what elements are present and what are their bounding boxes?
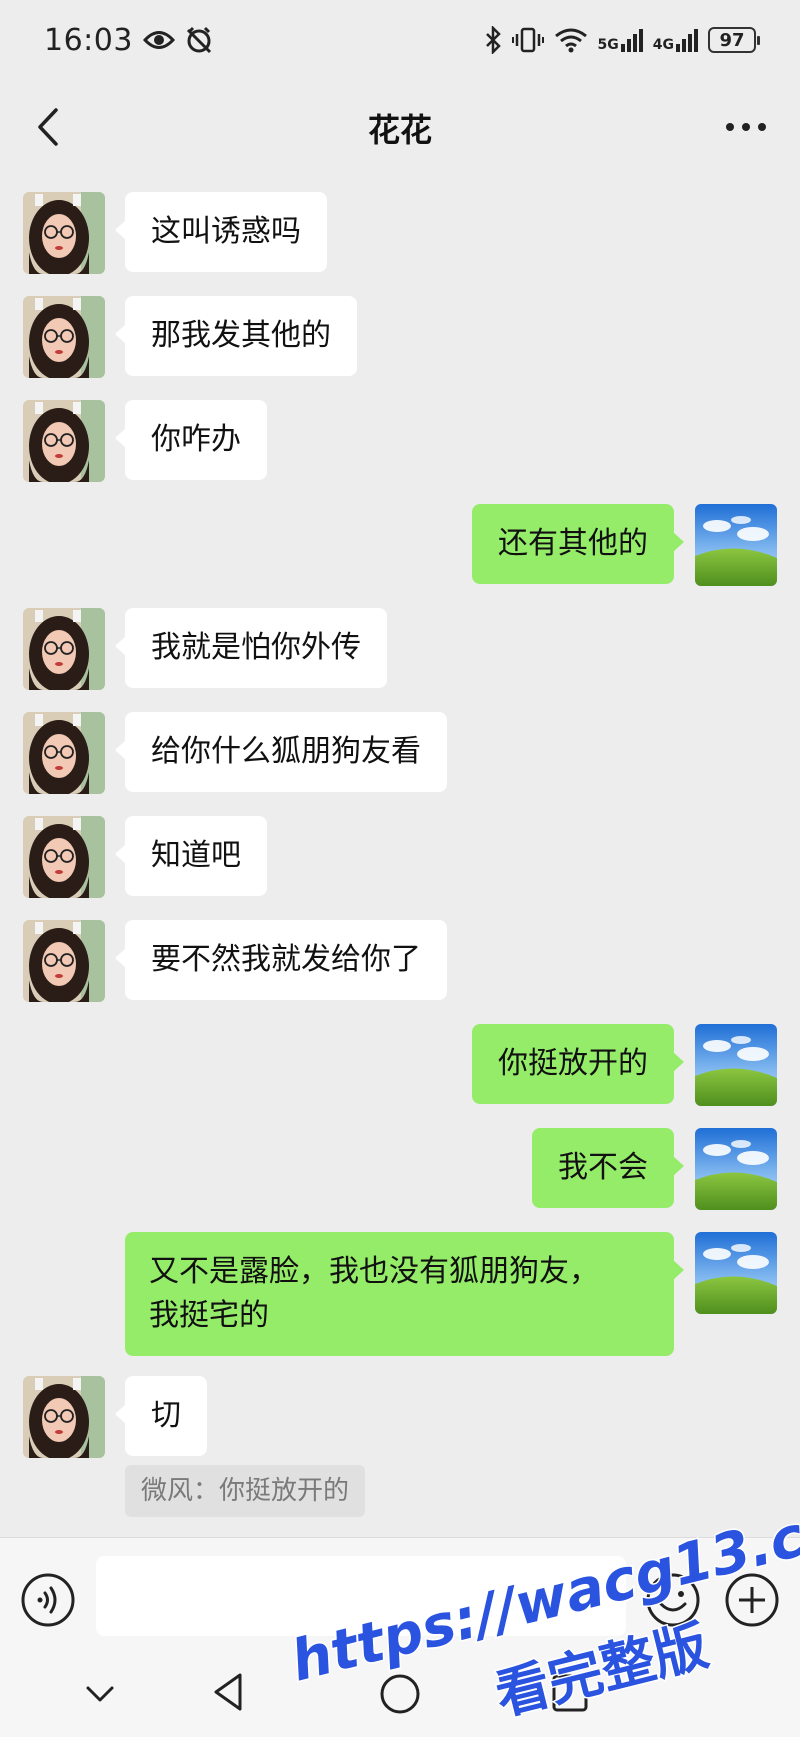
status-bar: 16:03 5G 4G 97: [0, 0, 800, 80]
contact-avatar[interactable]: [23, 296, 105, 378]
message-bubble[interactable]: 我不会: [532, 1128, 684, 1208]
message-bubble[interactable]: 知道吧: [115, 816, 267, 896]
contact-avatar[interactable]: [23, 192, 105, 274]
my-avatar[interactable]: [695, 1024, 777, 1106]
contact-avatar[interactable]: [23, 608, 105, 690]
nav-recents-icon[interactable]: [550, 1672, 590, 1714]
message-input[interactable]: [96, 1556, 626, 1636]
message-line: 我挺宅的: [149, 1298, 269, 1333]
chat-header: 花花: [0, 80, 800, 175]
bluetooth-icon: [485, 26, 501, 54]
more-options-icon[interactable]: [722, 110, 770, 144]
contact-avatar[interactable]: [23, 712, 105, 794]
message-bubble[interactable]: 又不是露脸，我也没有狐朋狗友， 我挺宅的: [125, 1232, 684, 1356]
alarm-off-icon: [186, 26, 212, 54]
signal-bars-icon: [620, 29, 643, 52]
my-avatar[interactable]: [695, 504, 777, 586]
message-bubble[interactable]: 切: [115, 1376, 207, 1456]
message-bubble[interactable]: 要不然我就发给你了: [115, 920, 447, 1000]
my-avatar[interactable]: [695, 1128, 777, 1210]
message-bubble[interactable]: 你挺放开的: [472, 1024, 684, 1104]
wifi-icon: [554, 28, 587, 53]
emoji-icon[interactable]: [645, 1572, 701, 1628]
message-bubble[interactable]: 我就是怕你外传: [115, 608, 387, 688]
message-bubble[interactable]: 这叫诱惑吗: [115, 192, 327, 272]
plus-icon[interactable]: [724, 1572, 780, 1628]
message-bubble[interactable]: 还有其他的: [472, 504, 684, 584]
quoted-message[interactable]: 微风：你挺放开的: [125, 1465, 366, 1517]
nav-home-icon[interactable]: [378, 1672, 422, 1716]
message-bubble[interactable]: 那我发其他的: [115, 296, 357, 376]
message-bubble[interactable]: 你咋办: [115, 400, 267, 480]
back-arrow-icon[interactable]: [30, 104, 70, 150]
system-nav-bar: [0, 1652, 800, 1737]
contact-avatar[interactable]: [23, 920, 105, 1002]
contact-avatar[interactable]: [23, 816, 105, 898]
voice-input-icon[interactable]: [20, 1572, 76, 1628]
eye-icon: [142, 31, 175, 49]
nav-back-icon[interactable]: [208, 1670, 248, 1714]
message-bubble[interactable]: 给你什么狐朋狗友看: [115, 712, 447, 792]
message-line: 又不是露脸，我也没有狐朋狗友，: [149, 1254, 599, 1289]
contact-avatar[interactable]: [23, 400, 105, 482]
vibrate-icon: [511, 27, 544, 53]
battery-indicator: 97: [708, 27, 760, 53]
chat-title: 花花: [367, 110, 432, 149]
status-time: 16:03: [44, 22, 133, 58]
input-bar: [0, 1537, 800, 1652]
signal-5g: 5G: [598, 28, 643, 52]
signal-4g: 4G: [653, 28, 698, 52]
chevron-down-icon[interactable]: [82, 1682, 118, 1706]
my-avatar[interactable]: [695, 1232, 777, 1314]
contact-avatar[interactable]: [23, 1376, 105, 1458]
signal-bars-icon: [676, 29, 698, 52]
